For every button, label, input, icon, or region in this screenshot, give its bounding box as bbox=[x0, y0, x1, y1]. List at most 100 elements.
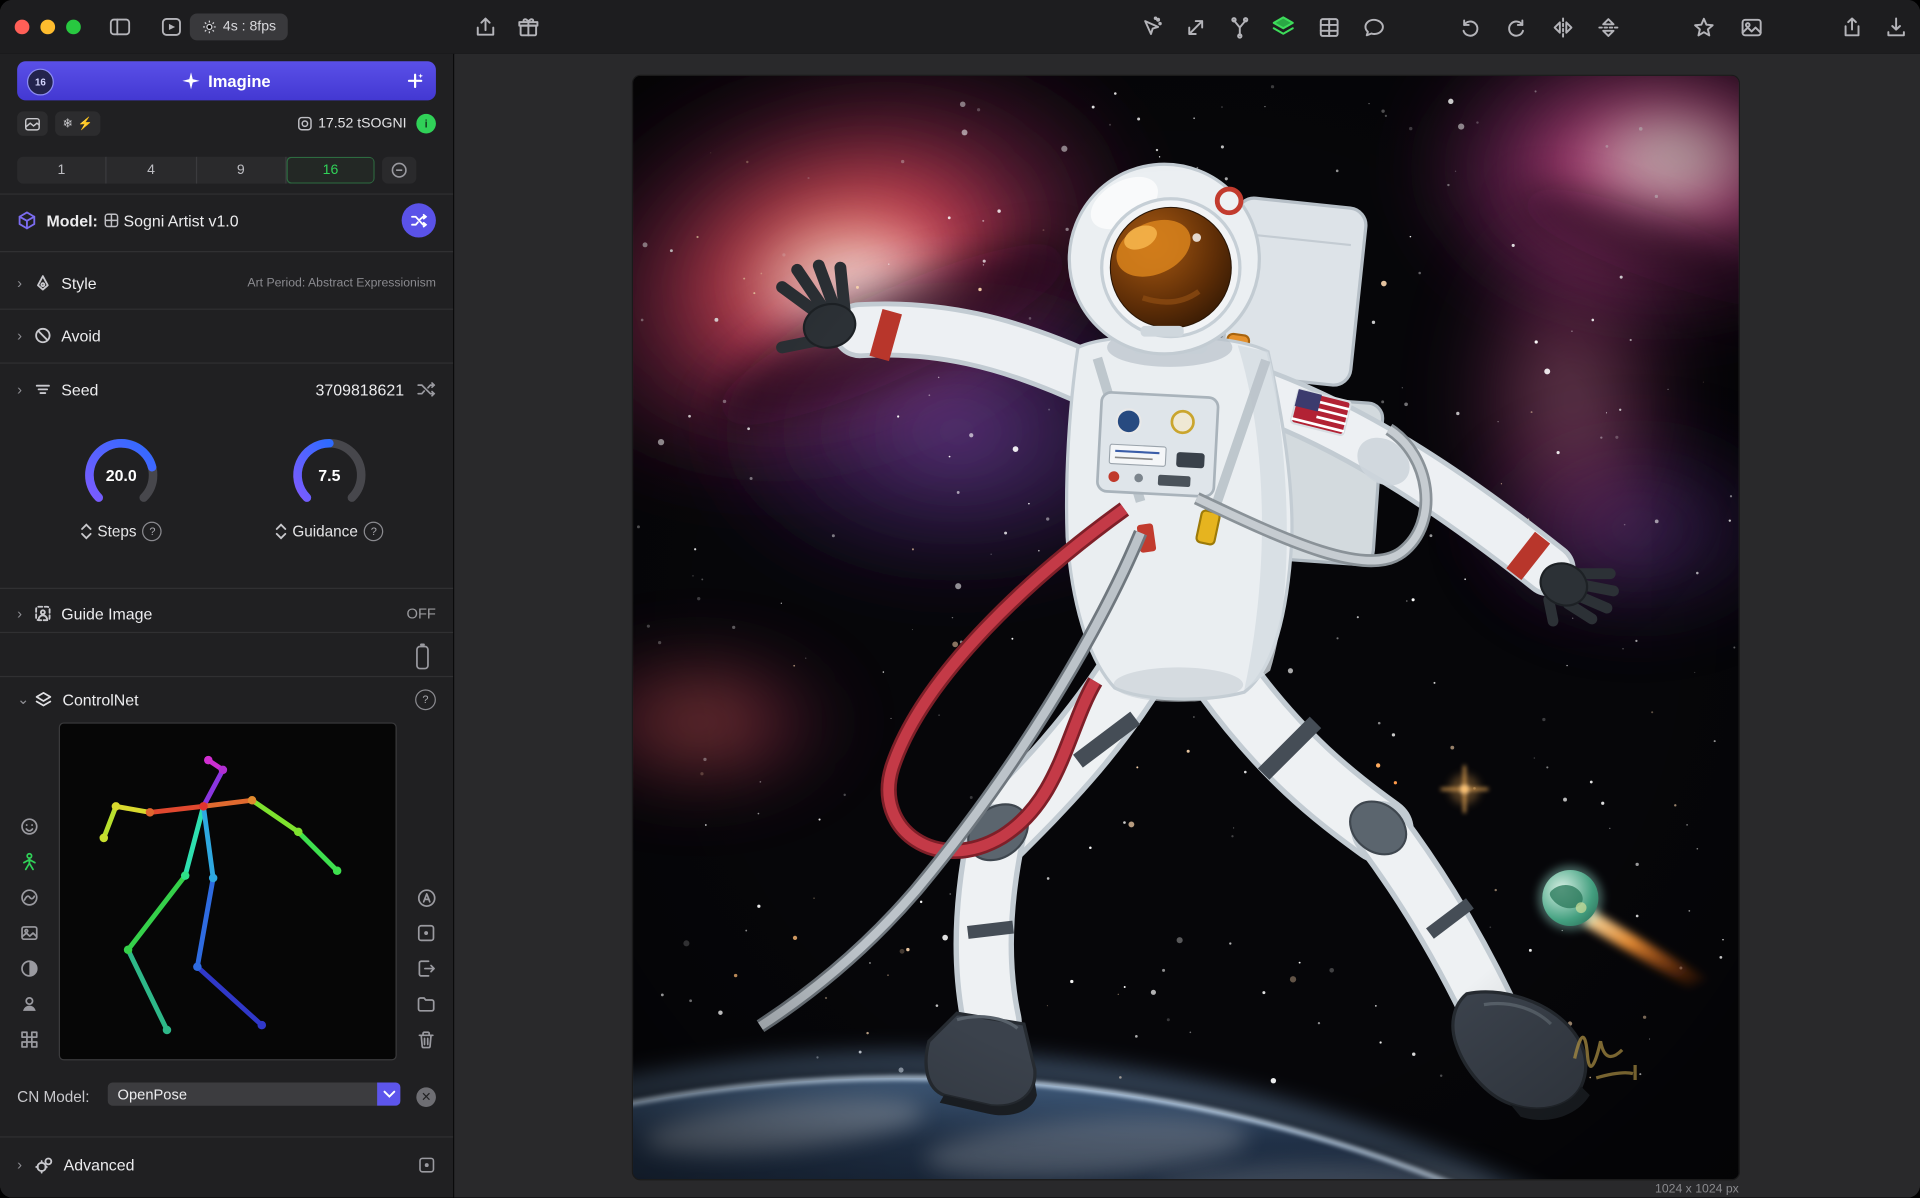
avoid-section[interactable]: › Avoid bbox=[0, 316, 453, 355]
seed-value[interactable]: 3709818621 bbox=[316, 380, 405, 398]
titlebar: 4s : 8fps bbox=[0, 0, 1920, 55]
remove-controlnet-button[interactable]: ✕ bbox=[416, 1087, 436, 1107]
vignette bbox=[633, 76, 1739, 1179]
layers-icon[interactable] bbox=[1271, 15, 1295, 39]
astronaut-artwork bbox=[633, 76, 1739, 1179]
chevron-down-icon bbox=[377, 1082, 400, 1105]
add-sparkle-icon[interactable] bbox=[407, 72, 424, 89]
portrait-icon[interactable] bbox=[16, 993, 43, 1015]
chat-icon[interactable] bbox=[1362, 15, 1386, 39]
folder-icon[interactable] bbox=[413, 993, 440, 1015]
generated-image[interactable] bbox=[633, 76, 1739, 1179]
share-icon[interactable] bbox=[1839, 15, 1863, 39]
stepper-chevrons-icon[interactable] bbox=[80, 523, 91, 540]
upload-box-icon[interactable] bbox=[473, 15, 497, 39]
gear-icon bbox=[202, 20, 217, 35]
guidance-label: Guidance bbox=[292, 523, 358, 540]
close-button[interactable] bbox=[15, 20, 30, 35]
image-ref-icon[interactable] bbox=[16, 922, 43, 944]
fps-settings-pill[interactable]: 4s : 8fps bbox=[190, 13, 289, 40]
flip-vertical-icon[interactable] bbox=[1596, 15, 1620, 39]
batch-option-1[interactable]: 1 bbox=[17, 157, 107, 184]
batch-option-9[interactable]: 9 bbox=[197, 157, 287, 184]
sidebar: 16 Imagine ❄ ⚡ 17.52 tSOGNI i bbox=[0, 54, 454, 1198]
style-section[interactable]: › Style Art Period: Abstract Expressioni… bbox=[0, 262, 453, 304]
rotate-left-icon[interactable] bbox=[1457, 15, 1481, 39]
model-badge-icon bbox=[104, 213, 119, 228]
cn-model-value: OpenPose bbox=[108, 1086, 377, 1103]
chevron-right-icon: › bbox=[17, 274, 34, 291]
sidebar-toggle-icon[interactable] bbox=[108, 15, 132, 39]
token-balance: 17.52 tSOGNI bbox=[318, 116, 406, 131]
gallery-toggle[interactable] bbox=[17, 111, 48, 135]
auto-detect-icon[interactable] bbox=[413, 887, 440, 909]
meta-row: ❄ ⚡ 17.52 tSOGNI i bbox=[0, 110, 453, 137]
batch-size-selector: 1 4 9 16 bbox=[17, 157, 375, 184]
rotate-right-icon[interactable] bbox=[1504, 15, 1528, 39]
app-window: 4s : 8fps bbox=[0, 0, 1920, 1198]
frame-center-icon[interactable] bbox=[413, 922, 440, 944]
stepper-chevrons-icon[interactable] bbox=[275, 523, 286, 540]
seed-section[interactable]: › Seed 3709818621 bbox=[0, 370, 453, 409]
controlnet-section[interactable]: ⌄ ControlNet ? bbox=[0, 682, 453, 716]
swap-model-button[interactable] bbox=[402, 203, 436, 237]
steps-dial[interactable]: 20.0 Steps ? bbox=[54, 436, 189, 541]
openpose-skeleton bbox=[60, 724, 393, 1057]
chevron-right-icon: › bbox=[17, 327, 34, 344]
grid-icon[interactable] bbox=[1316, 15, 1340, 39]
imagine-button[interactable]: 16 Imagine bbox=[17, 61, 436, 100]
decrease-batch-button[interactable] bbox=[382, 157, 416, 184]
snowflake-icon: ❄ bbox=[62, 117, 72, 130]
flip-horizontal-icon[interactable] bbox=[1550, 15, 1574, 39]
animation-icon[interactable] bbox=[159, 15, 183, 39]
pattern-icon[interactable] bbox=[16, 1029, 43, 1051]
download-icon[interactable] bbox=[1883, 15, 1907, 39]
minimize-button[interactable] bbox=[40, 20, 55, 35]
cn-model-dropdown[interactable]: OpenPose bbox=[108, 1082, 401, 1105]
guide-image-label: Guide Image bbox=[61, 604, 152, 622]
scribble-icon[interactable] bbox=[16, 887, 43, 909]
render-mode-toggle[interactable]: ❄ ⚡ bbox=[55, 111, 100, 135]
fps-label: 4s : 8fps bbox=[223, 20, 276, 35]
zoom-button[interactable] bbox=[66, 20, 81, 35]
advanced-label: Advanced bbox=[64, 1155, 135, 1173]
seed-label: Seed bbox=[61, 380, 98, 398]
guidance-help-icon[interactable]: ? bbox=[364, 522, 384, 542]
model-name: Sogni Artist v1.0 bbox=[124, 211, 239, 229]
resize-arrow-icon[interactable] bbox=[1183, 15, 1207, 39]
panel-toggle-icon[interactable] bbox=[418, 1155, 436, 1173]
pose-icon[interactable] bbox=[16, 851, 43, 873]
shuffle-seed-icon[interactable] bbox=[416, 381, 436, 398]
steps-label: Steps bbox=[97, 523, 136, 540]
info-icon[interactable]: i bbox=[416, 114, 436, 134]
model-row[interactable]: Model: Sogni Artist v1.0 bbox=[0, 198, 453, 242]
guidance-dial[interactable]: 7.5 Guidance ? bbox=[262, 436, 397, 541]
pose-tools-strip bbox=[413, 887, 442, 1051]
advanced-section[interactable]: › Advanced bbox=[0, 1146, 453, 1183]
bolt-icon: ⚡ bbox=[78, 117, 93, 130]
trash-icon[interactable] bbox=[413, 1029, 440, 1051]
controlnet-label: ControlNet bbox=[62, 690, 138, 708]
guide-image-section[interactable]: › Guide Image OFF bbox=[0, 594, 453, 633]
model-label: Model: bbox=[47, 211, 98, 229]
chevron-down-icon: ⌄ bbox=[17, 691, 34, 708]
guidance-value: 7.5 bbox=[290, 436, 368, 514]
export-pose-icon[interactable] bbox=[413, 958, 440, 980]
star-icon[interactable] bbox=[1691, 15, 1715, 39]
gift-icon[interactable] bbox=[516, 15, 540, 39]
batch-count-badge: 16 bbox=[27, 69, 54, 96]
gears-icon bbox=[34, 1155, 54, 1175]
steps-help-icon[interactable]: ? bbox=[143, 522, 163, 542]
gallery-icon[interactable] bbox=[1739, 15, 1763, 39]
branch-icon[interactable] bbox=[1227, 15, 1251, 39]
cn-model-row: CN Model: OpenPose ✕ bbox=[0, 1082, 453, 1111]
batch-option-4[interactable]: 4 bbox=[107, 157, 197, 184]
depth-icon[interactable] bbox=[16, 958, 43, 980]
batch-option-16[interactable]: 16 bbox=[286, 157, 374, 184]
controlnet-help-icon[interactable]: ? bbox=[415, 689, 436, 710]
controlnet-pose-preview[interactable] bbox=[59, 722, 397, 1060]
face-icon[interactable] bbox=[16, 816, 43, 838]
pointer-sparkle-icon[interactable] bbox=[1139, 15, 1163, 39]
chevron-right-icon: › bbox=[17, 1156, 34, 1173]
battery-icon[interactable] bbox=[414, 642, 431, 671]
